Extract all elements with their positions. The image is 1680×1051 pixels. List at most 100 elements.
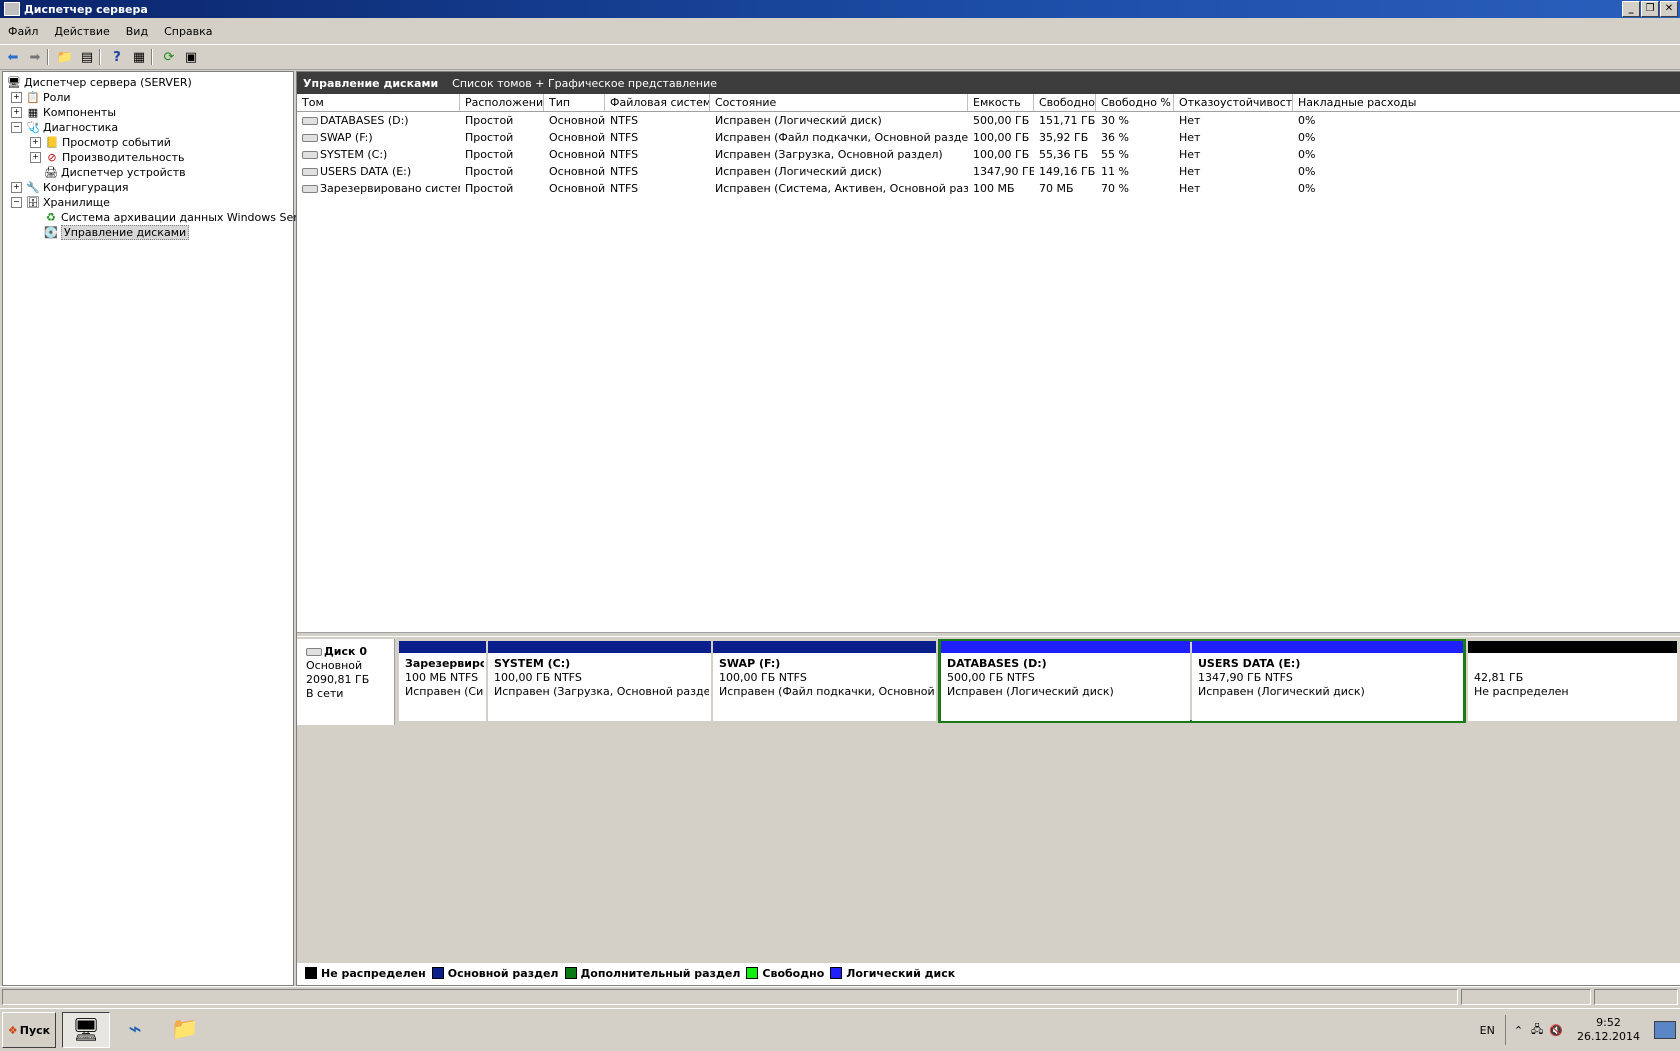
column-header-filesystem[interactable]: Файловая система: [605, 94, 710, 111]
expand-icon[interactable]: +: [30, 151, 41, 163]
volume-icon: [302, 117, 318, 125]
legend-label: Логический диск: [846, 966, 956, 980]
tree-item-performance[interactable]: + ⊘ Производительность: [30, 149, 185, 165]
cell-capacity: 100,00 ГБ: [973, 131, 1030, 144]
partition-status: Не распределен: [1474, 685, 1569, 698]
column-header-capacity[interactable]: Емкость: [968, 94, 1034, 111]
partition-users-data-e[interactable]: USERS DATA (E:) 1347,90 ГБ NTFS Исправен…: [1192, 641, 1463, 721]
tree-item-label: Просмотр событий: [62, 135, 171, 149]
column-header-layout[interactable]: Расположение: [460, 94, 544, 111]
cell-type: Основной: [549, 148, 605, 161]
cell-layout: Простой: [465, 182, 514, 195]
navigation-tree: 🖥 Диспетчер сервера (SERVER) + 📋 Роли + …: [2, 71, 316, 986]
column-header-overhead[interactable]: Накладные расходы: [1293, 94, 1680, 111]
cell-free: 70 МБ: [1039, 182, 1074, 195]
column-header-free[interactable]: Свободно: [1034, 94, 1096, 111]
cell-overhead: 0%: [1298, 131, 1316, 144]
cell-filesystem: NTFS: [610, 114, 639, 127]
cell-free-percent: 30 %: [1101, 114, 1129, 127]
cell-type: Основной: [549, 182, 605, 195]
tree-item-backup[interactable]: ♻ Система архивации данных Windows Serve…: [44, 209, 316, 225]
table-row[interactable]: USERS DATA (E:) Простой Основной NTFS Ис…: [297, 163, 1680, 180]
pane-splitter[interactable]: [297, 632, 1680, 636]
expand-icon[interactable]: +: [11, 91, 22, 103]
partition-name: SWAP (F:): [719, 657, 781, 670]
toolbar-separator: [47, 49, 49, 65]
partition-name: Зарезервирс: [405, 657, 484, 670]
collapse-icon[interactable]: −: [11, 196, 22, 208]
menu-view[interactable]: Вид: [118, 25, 156, 38]
table-row[interactable]: DATABASES (D:) Простой Основной NTFS Исп…: [297, 112, 1680, 129]
tree-item-configuration[interactable]: + 🔧 Конфигурация: [11, 179, 129, 195]
minimize-button[interactable]: _: [1622, 1, 1640, 17]
cell-fault-tolerance: Нет: [1179, 148, 1201, 161]
up-folder-icon[interactable]: 📁: [56, 48, 74, 66]
table-row[interactable]: SWAP (F:) Простой Основной NTFS Исправен…: [297, 129, 1680, 146]
column-header-free-percent[interactable]: Свободно %: [1096, 94, 1174, 111]
cell-free: 151,71 ГБ: [1039, 114, 1096, 127]
column-header-type[interactable]: Тип: [544, 94, 605, 111]
cell-fault-tolerance: Нет: [1179, 131, 1201, 144]
tree-item-storage[interactable]: − 🗄 Хранилище: [11, 194, 110, 210]
show-desktop-icon[interactable]: [1654, 1021, 1676, 1039]
refresh-icon[interactable]: ⟳: [160, 48, 178, 66]
column-header-fault-tolerance[interactable]: Отказоустойчивость: [1174, 94, 1293, 111]
partition-unallocated[interactable]: 42,81 ГБ Не распределен: [1468, 641, 1677, 721]
forward-arrow-icon[interactable]: ➡: [26, 48, 44, 66]
back-arrow-icon[interactable]: ⬅: [4, 48, 22, 66]
close-button[interactable]: ✕: [1660, 1, 1678, 17]
cell-filesystem: NTFS: [610, 182, 639, 195]
tree-item-device-manager[interactable]: 🖨 Диспетчер устройств: [44, 164, 186, 180]
tree-item-roles[interactable]: + 📋 Роли: [11, 89, 71, 105]
volume-muted-icon[interactable]: 🔇: [1549, 1024, 1563, 1037]
tree-item-disk-management[interactable]: 💽 Управление дисками: [44, 224, 190, 240]
tree-item-event-viewer[interactable]: + 📒 Просмотр событий: [30, 134, 171, 150]
partition-name: USERS DATA (E:): [1198, 657, 1301, 670]
network-icon[interactable]: 🖧: [1531, 1021, 1543, 1040]
diagnostics-icon: 🩺: [26, 120, 40, 134]
toolbar-separator: [99, 49, 101, 65]
expand-icon[interactable]: +: [30, 136, 41, 148]
partition-bar: [713, 641, 936, 653]
start-button[interactable]: ❖ Пуск: [2, 1012, 56, 1048]
volume-icon: [302, 151, 318, 159]
restore-button[interactable]: ❐: [1641, 1, 1659, 17]
help-icon[interactable]: ?: [108, 48, 126, 66]
properties-icon[interactable]: ▦: [130, 48, 148, 66]
column-header-status[interactable]: Состояние: [710, 94, 968, 111]
show-hidden-icons-icon[interactable]: ⌃: [1514, 1024, 1523, 1037]
partition-reserved[interactable]: Зарезервирс 100 МБ NTFS Исправен (Сис: [399, 641, 486, 721]
taskbar-server-manager-icon[interactable]: 🖥: [62, 1012, 110, 1048]
cell-overhead: 0%: [1298, 165, 1316, 178]
partition-databases-d[interactable]: DATABASES (D:) 500,00 ГБ NTFS Исправен (…: [941, 641, 1190, 721]
collapse-icon[interactable]: −: [11, 121, 22, 133]
tree-item-components[interactable]: + ▦ Компоненты: [11, 104, 116, 120]
cell-status: Исправен (Загрузка, Основной раздел): [715, 148, 943, 161]
disk-management-pane: Управление дисками Список томов + Графич…: [296, 71, 1680, 986]
taskbar: ❖ Пуск 🖥 ⌁ 📁 EN ⌃ 🖧 🔇 9:52 26.12.2014: [0, 1008, 1680, 1051]
language-indicator[interactable]: EN: [1480, 1024, 1495, 1037]
cell-volume: DATABASES (D:): [297, 112, 460, 129]
column-header-volume[interactable]: Том: [297, 94, 460, 111]
table-row[interactable]: SYSTEM (C:) Простой Основной NTFS Исправ…: [297, 146, 1680, 163]
expand-icon[interactable]: +: [11, 181, 22, 193]
disk-icon: [306, 648, 322, 656]
tray-separator: [1504, 1015, 1506, 1045]
clock[interactable]: 9:52 26.12.2014: [1577, 1016, 1640, 1044]
disk-0-label[interactable]: Диск 0 Основной 2090,81 ГБ В сети: [297, 639, 395, 725]
menu-help[interactable]: Справка: [156, 25, 220, 38]
taskbar-explorer-icon[interactable]: 📁: [162, 1012, 208, 1046]
tree-item-diagnostics[interactable]: − 🩺 Диагностика: [11, 119, 118, 135]
partition-swap-f[interactable]: SWAP (F:) 100,00 ГБ NTFS Исправен (Файл …: [713, 641, 936, 721]
menu-file[interactable]: Файл: [0, 25, 46, 38]
cell-overhead: 0%: [1298, 182, 1316, 195]
export-list-icon[interactable]: ▣: [182, 48, 200, 66]
taskbar-powershell-icon[interactable]: ⌁: [112, 1012, 158, 1046]
cell-status: Исправен (Логический диск): [715, 165, 882, 178]
menu-action[interactable]: Действие: [46, 25, 117, 38]
show-hide-tree-icon[interactable]: ▤: [78, 48, 96, 66]
table-row[interactable]: Зарезервировано системой Простой Основно…: [297, 180, 1680, 197]
partition-system-c[interactable]: SYSTEM (C:) 100,00 ГБ NTFS Исправен (Заг…: [488, 641, 711, 721]
expand-icon[interactable]: +: [11, 106, 22, 118]
tree-item-root[interactable]: 🖥 Диспетчер сервера (SERVER): [7, 74, 192, 90]
